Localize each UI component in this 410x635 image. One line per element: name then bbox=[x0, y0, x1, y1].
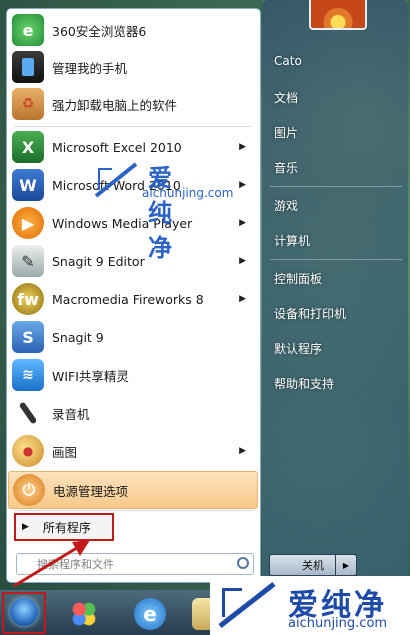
wifi-icon: ≋ bbox=[12, 359, 44, 391]
menu-item-label: 360安全浏览器6 bbox=[52, 23, 147, 39]
right-item-default-programs[interactable]: 默认程序 bbox=[274, 340, 322, 357]
menu-separator bbox=[14, 510, 252, 511]
paint-icon: ● bbox=[12, 435, 44, 467]
right-item-help-support[interactable]: 帮助和支持 bbox=[274, 375, 334, 392]
right-separator bbox=[270, 186, 402, 187]
menu-item-label: Microsoft Excel 2010 bbox=[52, 139, 182, 155]
menu-item-snagit[interactable]: S Snagit 9 bbox=[8, 319, 256, 355]
submenu-arrow-icon: ▶ bbox=[239, 446, 246, 456]
menu-item-label: 管理我的手机 bbox=[52, 60, 128, 76]
menu-item-power-options[interactable]: ⏻ 电源管理选项 bbox=[8, 471, 258, 509]
microphone-icon bbox=[12, 397, 44, 429]
submenu-arrow-icon: ▶ bbox=[239, 218, 246, 228]
watermark-domain: aichunjing.com bbox=[288, 616, 388, 631]
menu-item-label: Macromedia Fireworks 8 bbox=[52, 291, 204, 307]
menu-item-360-browser[interactable]: e 360安全浏览器6 bbox=[8, 12, 256, 48]
menu-item-recorder[interactable]: 录音机 bbox=[8, 395, 256, 431]
menu-item-fireworks[interactable]: fw Macromedia Fireworks 8 ▶ bbox=[8, 281, 256, 317]
excel-icon: X bbox=[12, 131, 44, 163]
menu-item-label: Snagit 9 bbox=[52, 329, 104, 345]
right-item-pictures[interactable]: 图片 bbox=[274, 124, 298, 141]
right-separator bbox=[270, 259, 402, 260]
menu-item-label: 录音机 bbox=[52, 406, 90, 422]
right-item-devices-printers[interactable]: 设备和打印机 bbox=[274, 305, 346, 322]
submenu-arrow-icon: ▶ bbox=[239, 180, 246, 190]
menu-item-paint[interactable]: ● 画图 ▶ bbox=[8, 433, 256, 469]
user-avatar[interactable] bbox=[309, 0, 367, 30]
menu-separator bbox=[14, 126, 252, 127]
shutdown-label: 关机 bbox=[302, 559, 324, 572]
word-icon: W bbox=[12, 169, 44, 201]
submenu-arrow-icon: ▶ bbox=[239, 256, 246, 266]
menu-item-uninstall[interactable]: ♻ 强力卸载电脑上的软件 bbox=[8, 86, 256, 122]
uninstall-box-icon: ♻ bbox=[12, 88, 44, 120]
annotation-arrow-icon bbox=[13, 540, 90, 588]
menu-item-label: 强力卸载电脑上的软件 bbox=[52, 97, 178, 113]
fireworks-icon: fw bbox=[12, 283, 44, 315]
menu-item-label: 画图 bbox=[52, 444, 78, 460]
watermark-logo-icon bbox=[218, 582, 276, 628]
phone-manager-icon bbox=[12, 51, 44, 83]
watermark-brand: 爱纯净 bbox=[148, 164, 174, 262]
start-menu: e 360安全浏览器6 管理我的手机 ♻ 强力卸载电脑上的软件 X Micros… bbox=[0, 0, 410, 590]
watermark-logo-icon bbox=[94, 162, 138, 198]
snagit-icon: S bbox=[12, 321, 44, 353]
submenu-arrow-icon: ▶ bbox=[239, 294, 246, 304]
start-button[interactable] bbox=[2, 592, 46, 634]
library-app-icon[interactable] bbox=[68, 598, 100, 630]
shutdown-options-button[interactable]: ▶ bbox=[335, 554, 357, 576]
power-options-icon: ⏻ bbox=[13, 474, 45, 506]
search-icon bbox=[237, 557, 249, 569]
watermark-domain: aichunjing.com bbox=[142, 186, 234, 200]
menu-item-phone-manager[interactable]: 管理我的手机 bbox=[8, 49, 256, 85]
snagit-editor-icon: ✎ bbox=[12, 245, 44, 277]
menu-item-label: WIFI共享精灵 bbox=[52, 368, 129, 384]
menu-item-wifi[interactable]: ≋ WIFI共享精灵 bbox=[8, 357, 256, 393]
menu-item-label: Snagit 9 Editor bbox=[52, 253, 145, 269]
shutdown-arrow-icon: ▶ bbox=[342, 560, 350, 570]
right-item-control-panel[interactable]: 控制面板 bbox=[274, 270, 322, 287]
right-item-music[interactable]: 音乐 bbox=[274, 159, 298, 176]
menu-item-label: 电源管理选项 bbox=[53, 483, 129, 499]
right-item-games[interactable]: 游戏 bbox=[274, 197, 298, 214]
menu-item-media-player[interactable]: ▶ Windows Media Player ▶ bbox=[8, 205, 256, 241]
right-item-computer[interactable]: 计算机 bbox=[274, 232, 310, 249]
right-item-documents[interactable]: 文档 bbox=[274, 89, 298, 106]
menu-item-snagit-editor[interactable]: ✎ Snagit 9 Editor ▶ bbox=[8, 243, 256, 279]
browser-360-icon: e bbox=[12, 14, 44, 46]
media-player-icon: ▶ bbox=[12, 207, 44, 239]
watermark-bottom-panel: 爱纯净 aichunjing.com bbox=[210, 576, 410, 635]
windows-logo-icon bbox=[10, 598, 38, 626]
submenu-arrow-icon: ▶ bbox=[239, 142, 246, 152]
internet-explorer-icon[interactable]: e bbox=[134, 598, 166, 630]
right-item-user[interactable]: Cato bbox=[274, 54, 302, 68]
